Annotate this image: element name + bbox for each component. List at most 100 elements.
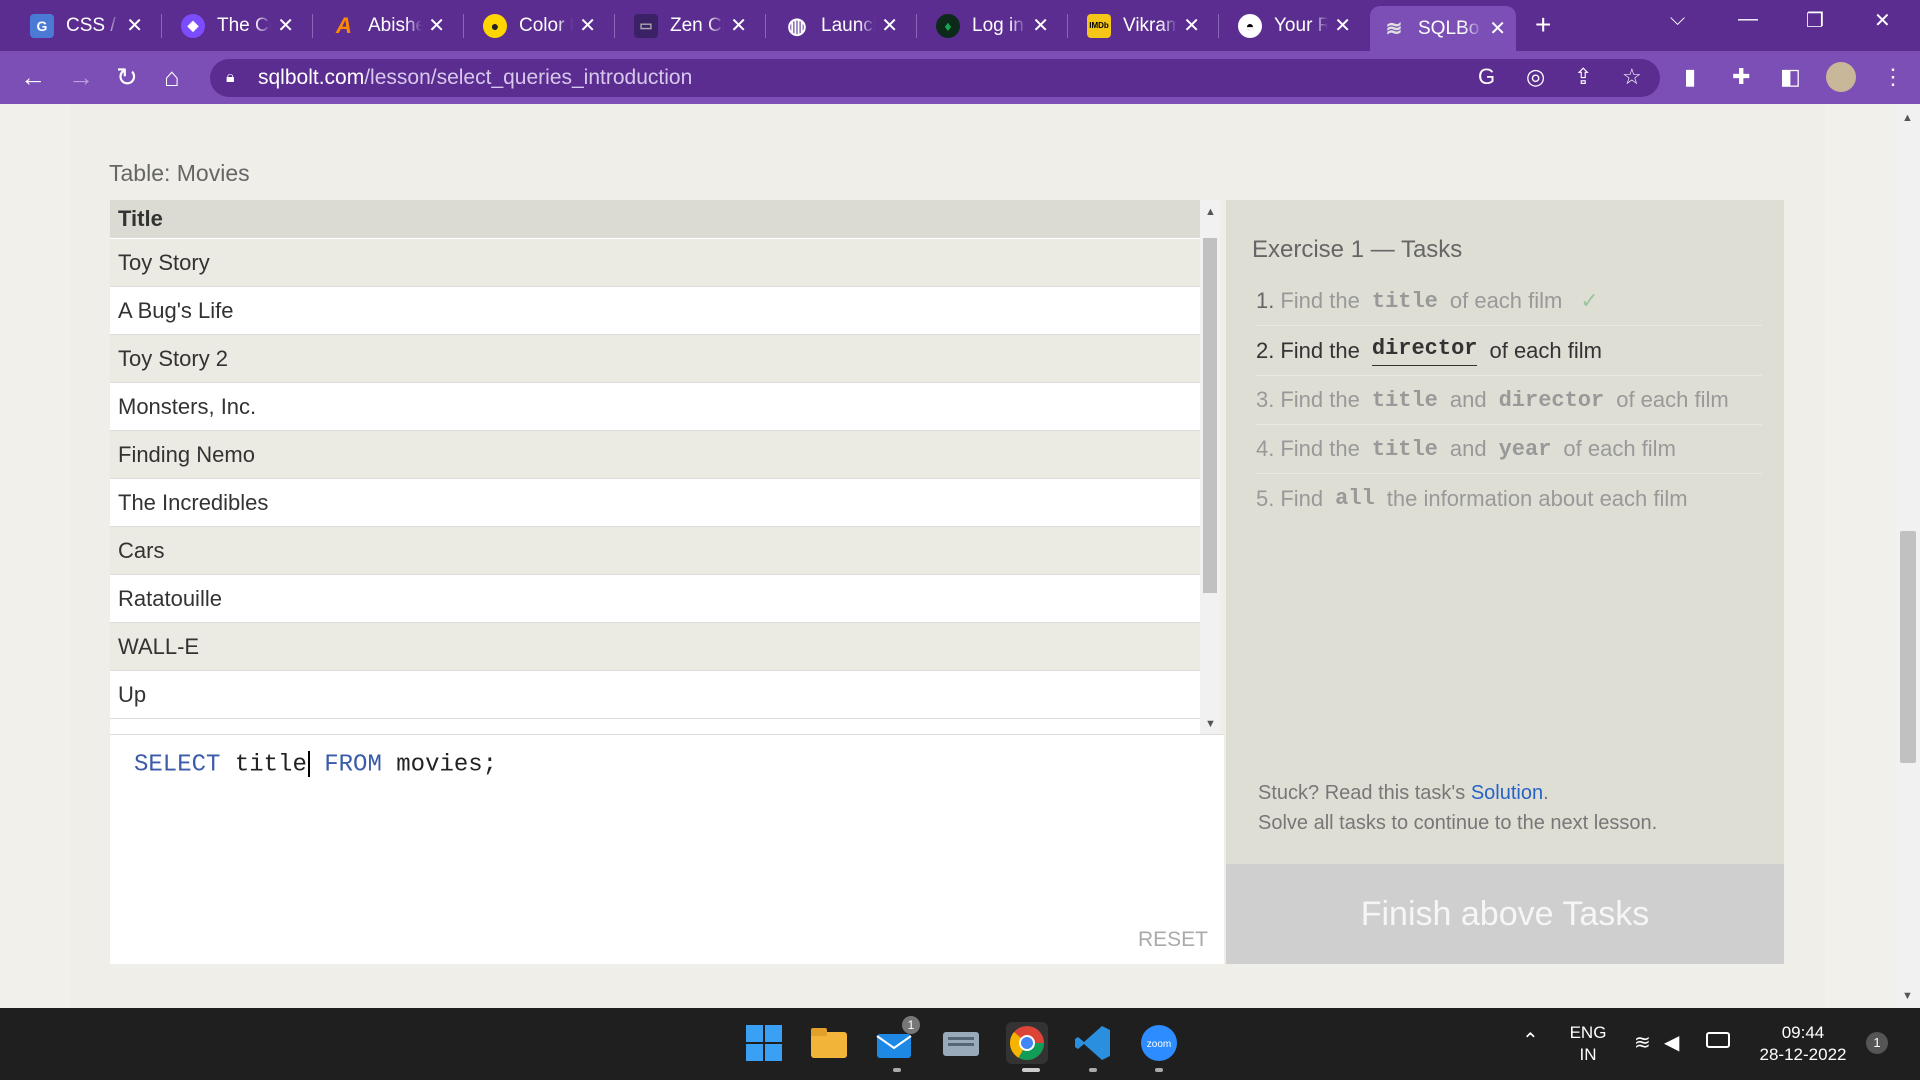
- tab-log-in[interactable]: ♦ Log in ✕: [924, 6, 1059, 45]
- tab-label: Abishe: [368, 14, 423, 36]
- page-scrollbar[interactable]: ▲ ▼: [1896, 104, 1920, 1008]
- scroll-up-icon[interactable]: ▲: [1902, 112, 1913, 124]
- css-favicon-icon: G: [30, 13, 54, 38]
- tasks-panel: Exercise 1 — Tasks 1. Find the title of …: [1226, 200, 1784, 864]
- tab-search-icon[interactable]: ⌵: [1670, 8, 1685, 31]
- table-row: Finding Nemo: [110, 431, 1200, 479]
- tab-vikram[interactable]: IMDb Vikram ✕: [1075, 6, 1210, 45]
- app-indicator: [1089, 1068, 1097, 1072]
- close-tab-icon[interactable]: ✕: [277, 13, 294, 38]
- back-icon[interactable]: ←: [20, 62, 46, 93]
- tab-label: Color F: [519, 14, 573, 36]
- task-code: director: [1371, 336, 1478, 366]
- profile-avatar[interactable]: [1826, 62, 1856, 92]
- finish-tasks-button[interactable]: Finish above Tasks: [1226, 864, 1784, 964]
- clock[interactable]: 09:44 28-12-2022: [1744, 1022, 1862, 1066]
- close-tab-icon[interactable]: ✕: [1183, 13, 1200, 38]
- app-indicator-active: [1022, 1068, 1040, 1072]
- chrome-icon[interactable]: [1006, 1022, 1048, 1064]
- tab-separator: [1067, 14, 1068, 38]
- close-tab-icon[interactable]: ✕: [126, 13, 143, 38]
- wifi-icon[interactable]: ≋: [1634, 1030, 1651, 1055]
- tab-abishe[interactable]: A Abishe ✕: [320, 6, 455, 45]
- solution-link[interactable]: Solution: [1471, 782, 1543, 804]
- volume-icon[interactable]: ◀︎: [1664, 1030, 1679, 1055]
- address-bar[interactable]: 🔒︎ sqlbolt.com/lesson/select_queries_int…: [210, 59, 1660, 97]
- globe-favicon-icon: ◍: [787, 12, 807, 38]
- file-explorer-icon[interactable]: [808, 1022, 850, 1064]
- tab-label: Log in: [972, 14, 1024, 36]
- close-tab-icon[interactable]: ✕: [881, 13, 898, 38]
- tab-separator: [161, 14, 162, 38]
- vscode-icon[interactable]: [1072, 1022, 1114, 1064]
- task-text: the information about each film: [1386, 485, 1688, 511]
- windows-taskbar: 1 zoom ⌃ ENG IN ≋ ◀︎ 09:44 28-12-2022 1: [0, 1008, 1920, 1080]
- notification-badge[interactable]: 1: [1866, 1032, 1888, 1054]
- tab-separator: [916, 14, 917, 38]
- task-text: Find the: [1280, 436, 1360, 461]
- eye-off-icon[interactable]: ◎: [1526, 64, 1545, 90]
- windows-start-icon[interactable]: [743, 1022, 785, 1064]
- close-window-icon[interactable]: ✕: [1874, 8, 1891, 33]
- task-item: 2. Find the director of each film: [1256, 327, 1762, 376]
- table-scrollbar[interactable]: ▲ ▼: [1200, 200, 1220, 734]
- browser-toolbar: ← → ↻ ⌂ 🔒︎ sqlbolt.com/lesson/select_que…: [0, 51, 1920, 104]
- task-text: Find the: [1280, 338, 1360, 363]
- close-tab-icon[interactable]: ✕: [1489, 16, 1506, 41]
- results-table: Title Toy Story A Bug's Life Toy Story 2…: [110, 200, 1204, 734]
- tab-launch[interactable]: ◍ Launch ✕: [773, 6, 908, 45]
- close-tab-icon[interactable]: ✕: [1032, 13, 1049, 38]
- zoom-icon[interactable]: zoom: [1138, 1022, 1180, 1064]
- scroll-down-icon[interactable]: ▼: [1902, 990, 1913, 1002]
- task-item: 1. Find the title of each film ✓: [1256, 277, 1762, 326]
- mail-icon[interactable]: 1: [874, 1016, 920, 1064]
- page-scrollbar-thumb[interactable]: [1900, 531, 1916, 763]
- reset-button[interactable]: RESET: [1138, 928, 1208, 952]
- tab-css[interactable]: G CSS / C ✕: [18, 6, 153, 45]
- battery-icon[interactable]: [1706, 1032, 1730, 1048]
- color-favicon-icon: ●: [483, 13, 507, 38]
- forward-icon[interactable]: →: [68, 62, 94, 93]
- task-number: 4.: [1256, 436, 1275, 461]
- table-scroll-down-icon[interactable]: ▼: [1205, 718, 1216, 730]
- app-indicator: [893, 1068, 901, 1072]
- zen-favicon-icon: ▭: [634, 13, 658, 38]
- reload-icon[interactable]: ↻: [116, 62, 138, 93]
- new-tab-icon[interactable]: +: [1535, 9, 1551, 41]
- home-icon[interactable]: ⌂: [164, 62, 180, 93]
- chevron-up-icon[interactable]: ⌃: [1522, 1028, 1539, 1053]
- tab-label: SQLBo: [1418, 17, 1480, 39]
- text-cursor: [307, 751, 310, 777]
- tab-the-co[interactable]: ◆ The Co ✕: [169, 6, 304, 45]
- close-tab-icon[interactable]: ✕: [579, 13, 596, 38]
- table-caption: Table: Movies: [109, 160, 250, 186]
- bookmark-star-icon[interactable]: ☆: [1622, 64, 1642, 90]
- tab-label: Vikram: [1123, 14, 1178, 36]
- close-tab-icon[interactable]: ✕: [730, 13, 747, 38]
- touch-keyboard-icon[interactable]: [940, 1022, 982, 1064]
- puzzle-icon[interactable]: ✚: [1732, 64, 1750, 90]
- table-scroll-up-icon[interactable]: ▲: [1205, 206, 1216, 218]
- task-text: of each film: [1616, 387, 1729, 412]
- sql-keyword-select: SELECT: [134, 751, 221, 779]
- sql-code[interactable]: SELECT title FROM movies;: [134, 751, 497, 778]
- menu-icon[interactable]: ⋮: [1882, 64, 1904, 90]
- close-tab-icon[interactable]: ✕: [428, 13, 445, 38]
- close-tab-icon[interactable]: ✕: [1334, 13, 1351, 38]
- tab-color[interactable]: ● Color F ✕: [471, 6, 606, 45]
- task-item: 3. Find the title and director of each f…: [1256, 376, 1762, 425]
- lang-code: ENG: [1569, 1023, 1607, 1042]
- tab-zen[interactable]: ▭ Zen Cl ✕: [622, 6, 757, 45]
- restore-icon[interactable]: ❐: [1806, 8, 1824, 33]
- share-icon[interactable]: ⇪: [1574, 64, 1592, 90]
- google-icon[interactable]: G: [1478, 64, 1495, 90]
- sqlbolt-favicon-icon: ≋: [1385, 18, 1403, 40]
- language-indicator[interactable]: ENG IN: [1568, 1022, 1608, 1066]
- tab-github[interactable]: ◓ Your R ✕: [1226, 6, 1361, 45]
- minimize-icon[interactable]: —: [1738, 8, 1758, 31]
- table-scrollbar-thumb[interactable]: [1203, 238, 1217, 593]
- side-panel-icon[interactable]: ◧: [1780, 64, 1801, 90]
- sql-editor[interactable]: SELECT title FROM movies; RESET: [110, 734, 1224, 964]
- tab-sqlbolt[interactable]: ≋ SQLBo ✕: [1370, 6, 1516, 51]
- extension-icon[interactable]: ▮: [1684, 64, 1696, 90]
